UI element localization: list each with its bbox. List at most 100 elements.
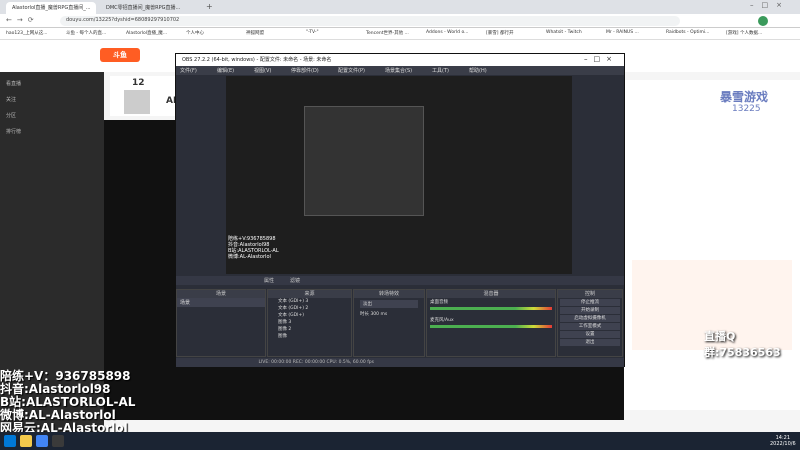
bookmark-item[interactable]: Mr - RAINUS ... — [606, 30, 639, 35]
obs-menu-item[interactable]: 文件(F) — [180, 67, 197, 74]
brand-title: 暴雪游戏 — [720, 90, 769, 104]
nested-preview — [304, 106, 424, 216]
virtual-camera-button[interactable]: 启动虚拟摄像机 — [560, 315, 620, 322]
chrome-icon[interactable] — [36, 435, 48, 447]
scenes-dock: 场景 场景 — [176, 289, 266, 357]
dock-title: 来源 — [268, 290, 351, 298]
obs-title: OBS 27.2.2 (64-bit, windows) - 配置文件: 未命名… — [182, 57, 332, 63]
obs-menu-item[interactable]: 编辑(E) — [217, 67, 234, 74]
obs-menu-item[interactable]: 场景集合(S) — [385, 67, 412, 74]
url-text: douyu.com/13225?dyshid=68089297910702 — [66, 17, 180, 23]
bookmark-item[interactable]: 个人中心 — [186, 30, 204, 36]
bookmark-item[interactable]: Raidbots - Optimi... — [666, 30, 709, 35]
mixer-channel: 麦克风/Aux — [430, 318, 454, 323]
audio-meter — [430, 325, 552, 328]
stream-overlay: 陪练+V：936785898 抖音:Alastorlol98 B站:ALASTO… — [0, 370, 135, 435]
bookmark-item[interactable]: 斗鱼 - 每个人的直... — [66, 30, 106, 36]
obs-menu-item[interactable]: 工具(T) — [432, 67, 449, 74]
audio-meter — [430, 307, 552, 310]
dock-title: 混音器 — [427, 290, 555, 298]
dock-title: 控制 — [558, 290, 622, 298]
controls-dock: 控制 停止推流 开始录制 启动虚拟摄像机 工作室模式 设置 退出 — [557, 289, 623, 357]
status-text: LIVE: 00:00:00 REC: 00:00:00 CPU: 0.5%, … — [258, 360, 374, 365]
address-bar: ←→⟳ douyu.com/13225?dyshid=6808929791070… — [0, 14, 800, 28]
tab-label: Alastorlol直播_魔兽RPG直播间_... — [12, 5, 91, 11]
obs-icon[interactable] — [52, 435, 64, 447]
obs-menu-bar: 文件(F) 编辑(E) 视图(V) 停靠部件(D) 配置文件(P) 场景集合(S) 工具(T… — [176, 66, 624, 75]
nav-buttons[interactable]: ←→⟳ — [6, 16, 39, 24]
obs-menu-item[interactable]: 停靠部件(D) — [291, 67, 319, 74]
sidebar-item[interactable]: 关注 — [6, 96, 16, 103]
sidebar-item[interactable]: 看直播 — [6, 80, 21, 87]
stop-streaming-button[interactable]: 停止推流 — [560, 299, 620, 306]
scene-item[interactable]: 场景 — [177, 298, 265, 307]
right-column: 暴雪游戏 13225 — [624, 80, 800, 410]
properties-tab[interactable]: 属性 — [264, 277, 274, 284]
studio-mode-button[interactable]: 工作室模式 — [560, 323, 620, 330]
new-tab-icon[interactable]: + — [206, 2, 213, 11]
browser-tab[interactable]: Alastorlol直播_魔兽RPG直播间_... — [6, 2, 96, 14]
obs-menu-item[interactable]: 配置文件(P) — [338, 67, 365, 74]
bookmark-item[interactable]: Alastorlol直播_魔... — [126, 30, 167, 36]
sidebar-item[interactable]: 排行榜 — [6, 128, 21, 135]
obs-status-bar: LIVE: 00:00:00 REC: 00:00:00 CPU: 0.5%, … — [176, 358, 624, 367]
clock[interactable]: 14:21 2022/10/6 — [770, 435, 796, 447]
folder-icon[interactable] — [20, 435, 32, 447]
sidebar-item-label: 关注 — [6, 97, 17, 103]
source-item[interactable]: 文本 (GDI+) 2 — [278, 305, 351, 312]
bookmark-item[interactable]: hao123_上网从这... — [6, 30, 48, 36]
source-item[interactable]: 图像 2 — [278, 326, 351, 333]
browser-tab-bar: Alastorlol直播_魔兽RPG直播间_... DMC零招直播间_魔兽RPG… — [0, 0, 800, 14]
room-badge: 12 — [132, 78, 145, 88]
sidebar-item-label: 看直播 — [6, 81, 22, 87]
dock-title: 场景 — [177, 290, 265, 298]
dock-title: 转场特效 — [354, 290, 424, 298]
sidebar-item-label: 分区 — [6, 113, 17, 119]
bookmark-item[interactable]: [游戏] 个人数据... — [726, 30, 762, 36]
windows-taskbar: 14:21 2022/10/6 — [0, 432, 800, 450]
mixer-channel: 桌面音频 — [430, 300, 448, 305]
bookmark-item[interactable]: 神狐网盟 — [246, 30, 264, 36]
tab-label: DMC零招直播间_魔兽RPG直播... — [106, 5, 181, 11]
preview-overlay-text: 陪练+V:936785898 抖音:Alastorlol98 B站:ALASTO… — [228, 236, 279, 260]
transitions-dock: 转场特效 淡出 时长 300 ms — [353, 289, 425, 357]
source-item[interactable]: 图像 — [278, 333, 351, 340]
transition-select[interactable]: 淡出 — [360, 300, 418, 308]
obs-window-controls[interactable]: –□× — [584, 55, 618, 63]
browser-tab[interactable]: DMC零招直播间_魔兽RPG直播... — [100, 2, 200, 14]
host-avatar[interactable] — [124, 90, 150, 114]
sidebar-item-label: 排行榜 — [6, 129, 22, 135]
source-item[interactable]: 文本 (GDI+) 3 — [278, 298, 351, 305]
douyu-logo[interactable]: 斗鱼 — [100, 48, 140, 62]
preview-overlay-line: 微博:AL-Alastorlol — [228, 254, 271, 260]
exit-button[interactable]: 退出 — [560, 339, 620, 346]
room-id: 13225 — [732, 104, 761, 114]
bookmark-item[interactable]: [暴雪] 都行开 — [486, 30, 513, 36]
clock-date: 2022/10/6 — [770, 441, 796, 447]
filters-tab[interactable]: 滤镜 — [290, 277, 300, 284]
bookmark-item[interactable]: Addons - World o... — [426, 30, 468, 35]
window-controls[interactable]: –□× — [750, 1, 790, 9]
profile-avatar[interactable] — [758, 16, 768, 26]
bookmark-item[interactable]: Tencent世界-其他 ... — [366, 30, 409, 36]
settings-button[interactable]: 设置 — [560, 331, 620, 338]
sidebar-item[interactable]: 分区 — [6, 112, 16, 119]
obs-menu-item[interactable]: 视图(V) — [254, 67, 271, 74]
duration-input[interactable]: 300 ms — [370, 312, 387, 317]
start-recording-button[interactable]: 开始录制 — [560, 307, 620, 314]
start-icon[interactable] — [4, 435, 16, 447]
source-item[interactable]: 文本 (GDI+) — [278, 312, 351, 319]
obs-window: OBS 27.2.2 (64-bit, windows) - 配置文件: 未命名… — [175, 53, 625, 367]
obs-menu-item[interactable]: 帮助(H) — [469, 67, 487, 74]
url-input[interactable]: douyu.com/13225?dyshid=68089297910702 — [60, 16, 680, 26]
obs-title-bar: OBS 27.2.2 (64-bit, windows) - 配置文件: 未命名… — [176, 54, 624, 66]
bookmarks-bar: hao123_上网从这... 斗鱼 - 每个人的直... Alastorlol直播_… — [0, 28, 800, 40]
source-item[interactable]: 图像 3 — [278, 319, 351, 326]
obs-prop-bar: 属性 滤镜 — [176, 276, 624, 285]
bookmark-item[interactable]: "-TV-" — [306, 30, 319, 35]
obs-preview[interactable]: 陪练+V:936785898 抖音:Alastorlol98 B站:ALASTO… — [226, 76, 572, 274]
bookmark-item[interactable]: Whatsit - Twitch — [546, 30, 582, 35]
qq-group-text: 直播Q群:75836563 — [704, 330, 781, 359]
sources-dock: 来源 文本 (GDI+) 3 文本 (GDI+) 2 文本 (GDI+) 图像 … — [267, 289, 352, 357]
duration-label: 时长 — [360, 312, 369, 317]
